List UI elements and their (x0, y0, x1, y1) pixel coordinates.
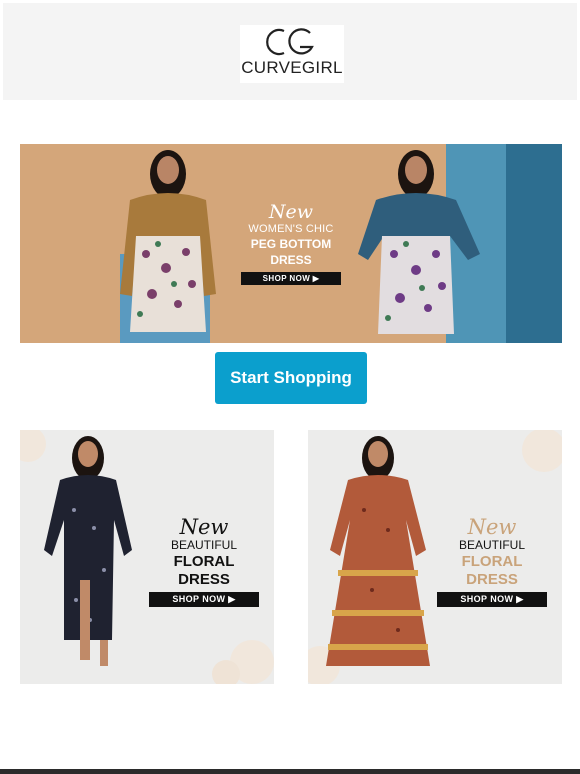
start-shopping-button[interactable]: Start Shopping (215, 352, 367, 404)
product-shop-now-button[interactable]: SHOP NOW ▶ (149, 592, 259, 607)
cg-monogram-icon (266, 28, 314, 56)
hero-banner[interactable]: New WOMEN'S CHIC PEG BOTTOM DRESS SHOP N… (20, 144, 562, 343)
product-copy: New BEAUTIFUL FLORAL DRESS SHOP NOW ▶ (148, 516, 260, 607)
hero-shop-now-button[interactable]: SHOP NOW ▶ (241, 272, 341, 285)
product-title: FLORAL DRESS (461, 553, 523, 588)
hero-title: PEG BOTTOM DRESS (250, 237, 332, 267)
brand-name: CURVEGIRL (241, 58, 343, 77)
product-shop-now-button[interactable]: SHOP NOW ▶ (437, 592, 547, 607)
hero-new-label: New (268, 201, 314, 223)
product-card-black-floral[interactable]: New BEAUTIFUL FLORAL DRESS SHOP NOW ▶ (20, 430, 274, 684)
product-card-rust-floral[interactable]: New BEAUTIFUL FLORAL DRESS SHOP NOW ▶ (308, 430, 562, 684)
model-left-image (120, 150, 216, 332)
hero-subtitle: WOMEN'S CHIC (248, 223, 334, 235)
product-title: FLORAL DRESS (173, 553, 235, 588)
hero-backdrop-panel-dark (506, 144, 562, 343)
product-subtitle: BEAUTIFUL (458, 538, 525, 552)
product-new-label: New (179, 515, 229, 539)
product-new-label: New (467, 515, 517, 539)
email-header: CURVEGIRL (3, 3, 577, 100)
product-subtitle: BEAUTIFUL (170, 538, 237, 552)
model-right-image (358, 150, 480, 334)
product-copy: New BEAUTIFUL FLORAL DRESS SHOP NOW ▶ (436, 516, 548, 607)
hero-copy: New WOMEN'S CHIC PEG BOTTOM DRESS SHOP N… (234, 202, 348, 286)
footer-bar (0, 769, 580, 774)
brand-logo[interactable]: CURVEGIRL (240, 25, 344, 83)
